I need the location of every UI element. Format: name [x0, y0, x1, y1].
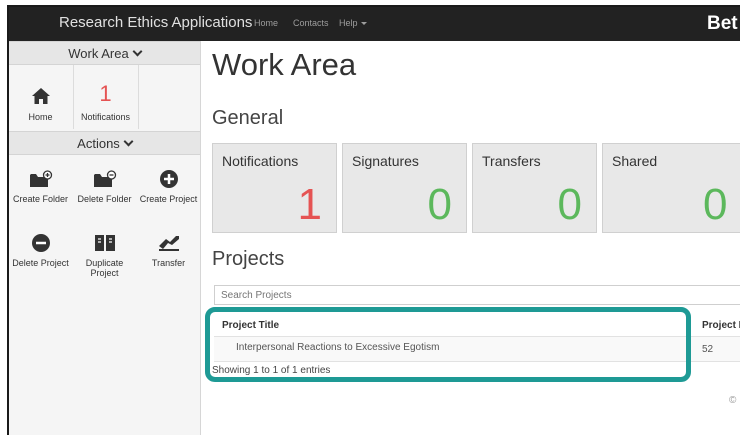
signatures-card[interactable]: Signatures 0: [342, 143, 467, 233]
folder-minus-icon: [94, 170, 117, 187]
transfer-button[interactable]: Transfer: [137, 221, 200, 283]
delete-folder-button[interactable]: Delete Folder: [73, 156, 136, 218]
sidebar: Work Area Home 1 Notifications Actions C…: [9, 41, 201, 435]
page-title: Work Area: [212, 47, 357, 82]
projects-heading: Projects: [212, 248, 285, 270]
action-label: Create Folder: [12, 194, 69, 204]
chevron-down-icon: [123, 136, 134, 147]
sidebar-item-notifications[interactable]: 1 Notifications: [74, 65, 137, 129]
caret-down-icon: [360, 22, 367, 26]
action-label: Duplicate Project: [85, 258, 124, 278]
project-id-cell: 52: [702, 344, 714, 355]
beta-label: Bet: [707, 13, 738, 34]
general-heading: General: [212, 107, 284, 129]
shared-card[interactable]: Shared 0: [602, 143, 740, 233]
work-area-heading: Work Area: [68, 46, 129, 61]
divider: [138, 65, 139, 129]
create-project-button[interactable]: Create Project: [137, 156, 200, 218]
nav-help-label: Help: [339, 18, 358, 28]
delete-project-button[interactable]: Delete Project: [9, 221, 72, 283]
app-brand[interactable]: Research Ethics Applications: [59, 14, 252, 31]
card-title: Notifications: [222, 153, 299, 169]
notifications-card[interactable]: Notifications 1: [212, 143, 337, 233]
card-title: Signatures: [352, 153, 419, 169]
action-label: Delete Folder: [77, 194, 132, 204]
action-label: Create Project: [139, 194, 198, 204]
action-label: Transfer: [151, 258, 186, 268]
actions-heading: Actions: [77, 136, 120, 151]
app-window: Research Ethics Applications Home Contac…: [7, 5, 740, 435]
minus-circle-icon: [32, 234, 50, 252]
notifications-count: 1: [99, 81, 112, 106]
action-label: Delete Project: [12, 258, 69, 268]
folder-plus-icon: [30, 170, 53, 187]
card-count: 0: [703, 180, 728, 229]
highlight-callout: [205, 307, 691, 382]
card-count: 0: [427, 180, 452, 229]
footer-copyright: ©: [729, 395, 737, 406]
sidebar-item-label: Notifications: [80, 112, 131, 122]
nav-contacts-link[interactable]: Contacts: [293, 18, 329, 28]
top-navbar: Research Ethics Applications Home Contac…: [9, 7, 740, 41]
card-count: 0: [557, 180, 582, 229]
plus-circle-icon: [160, 170, 178, 188]
duplicate-icon: [95, 235, 115, 251]
nav-help-menu[interactable]: Help: [339, 18, 367, 28]
column-header-project-id[interactable]: Project I: [702, 320, 740, 331]
duplicate-project-button[interactable]: Duplicate Project: [73, 221, 136, 283]
work-area-toggle[interactable]: Work Area: [9, 41, 200, 65]
card-title: Shared: [612, 153, 658, 169]
sidebar-item-label: Home: [28, 112, 53, 122]
create-folder-button[interactable]: Create Folder: [9, 156, 72, 218]
transfer-icon: [159, 236, 179, 251]
search-projects-input[interactable]: [214, 285, 740, 305]
card-count: 1: [297, 180, 322, 229]
nav-home-link[interactable]: Home: [254, 18, 278, 28]
sidebar-item-home[interactable]: Home: [9, 65, 72, 129]
actions-toggle[interactable]: Actions: [9, 131, 200, 155]
chevron-down-icon: [132, 46, 143, 57]
home-icon: [32, 88, 50, 104]
card-title: Transfers: [482, 153, 541, 169]
transfers-card[interactable]: Transfers 0: [472, 143, 597, 233]
